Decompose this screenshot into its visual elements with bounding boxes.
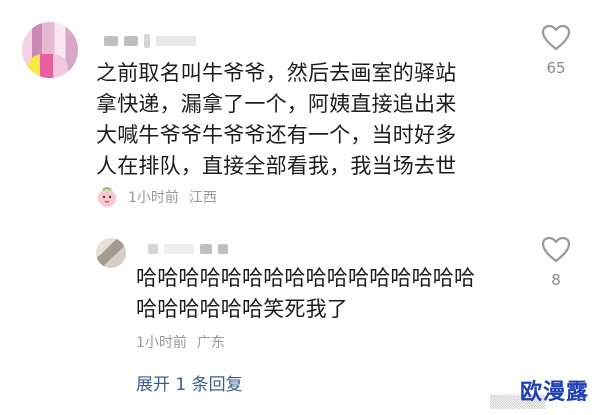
expand-replies-link[interactable]: 展开 1 条回复 [136,370,243,395]
reply-like-button[interactable]: 8 [536,236,576,289]
reply-location: 广东 [196,335,225,351]
comment-like-button[interactable]: 65 [536,24,576,77]
comment-location: 江西 [188,190,217,206]
commenter-name-blurred[interactable] [104,34,196,48]
replier-name-blurred[interactable] [148,244,228,254]
comment-line: 大喊牛爷爷牛爷爷还有一个，当时好多 [96,123,457,147]
replier-avatar[interactable] [96,238,126,268]
heart-icon [541,24,571,51]
comment-like-count: 65 [546,59,566,77]
reply-time: 1小时前 [136,335,187,351]
comment-line: 人在排队，直接全部看我，我当场去世 [96,154,457,178]
reply-line: 哈哈哈哈哈哈笑死我了 [136,297,348,321]
commenter-avatar[interactable] [22,22,78,78]
reply-body[interactable]: 哈哈哈哈哈哈哈哈哈哈哈哈哈哈哈哈 哈哈哈哈哈哈笑死我了 [136,263,475,325]
reply-like-count: 8 [551,271,561,289]
watermark: 欧漫露 [520,380,590,405]
comment-meta: 1小时前 江西 [96,186,217,208]
comment-body[interactable]: 之前取名叫牛爷爷，然后去画室的驿站 拿快递，漏拿了一个，阿姨直接追出来 大喊牛爷… [96,58,456,182]
reply-line: 哈哈哈哈哈哈哈哈哈哈哈哈哈哈哈哈 [136,266,476,290]
reply-meta: 1小时前 广东 [136,332,225,352]
pink-face-badge-icon [98,187,116,207]
comment-time: 1小时前 [128,190,179,206]
comment-line: 拿快递，漏拿了一个，阿姨直接追出来 [96,92,457,116]
heart-icon [541,236,571,263]
comment-line: 之前取名叫牛爷爷，然后去画室的驿站 [96,61,457,85]
